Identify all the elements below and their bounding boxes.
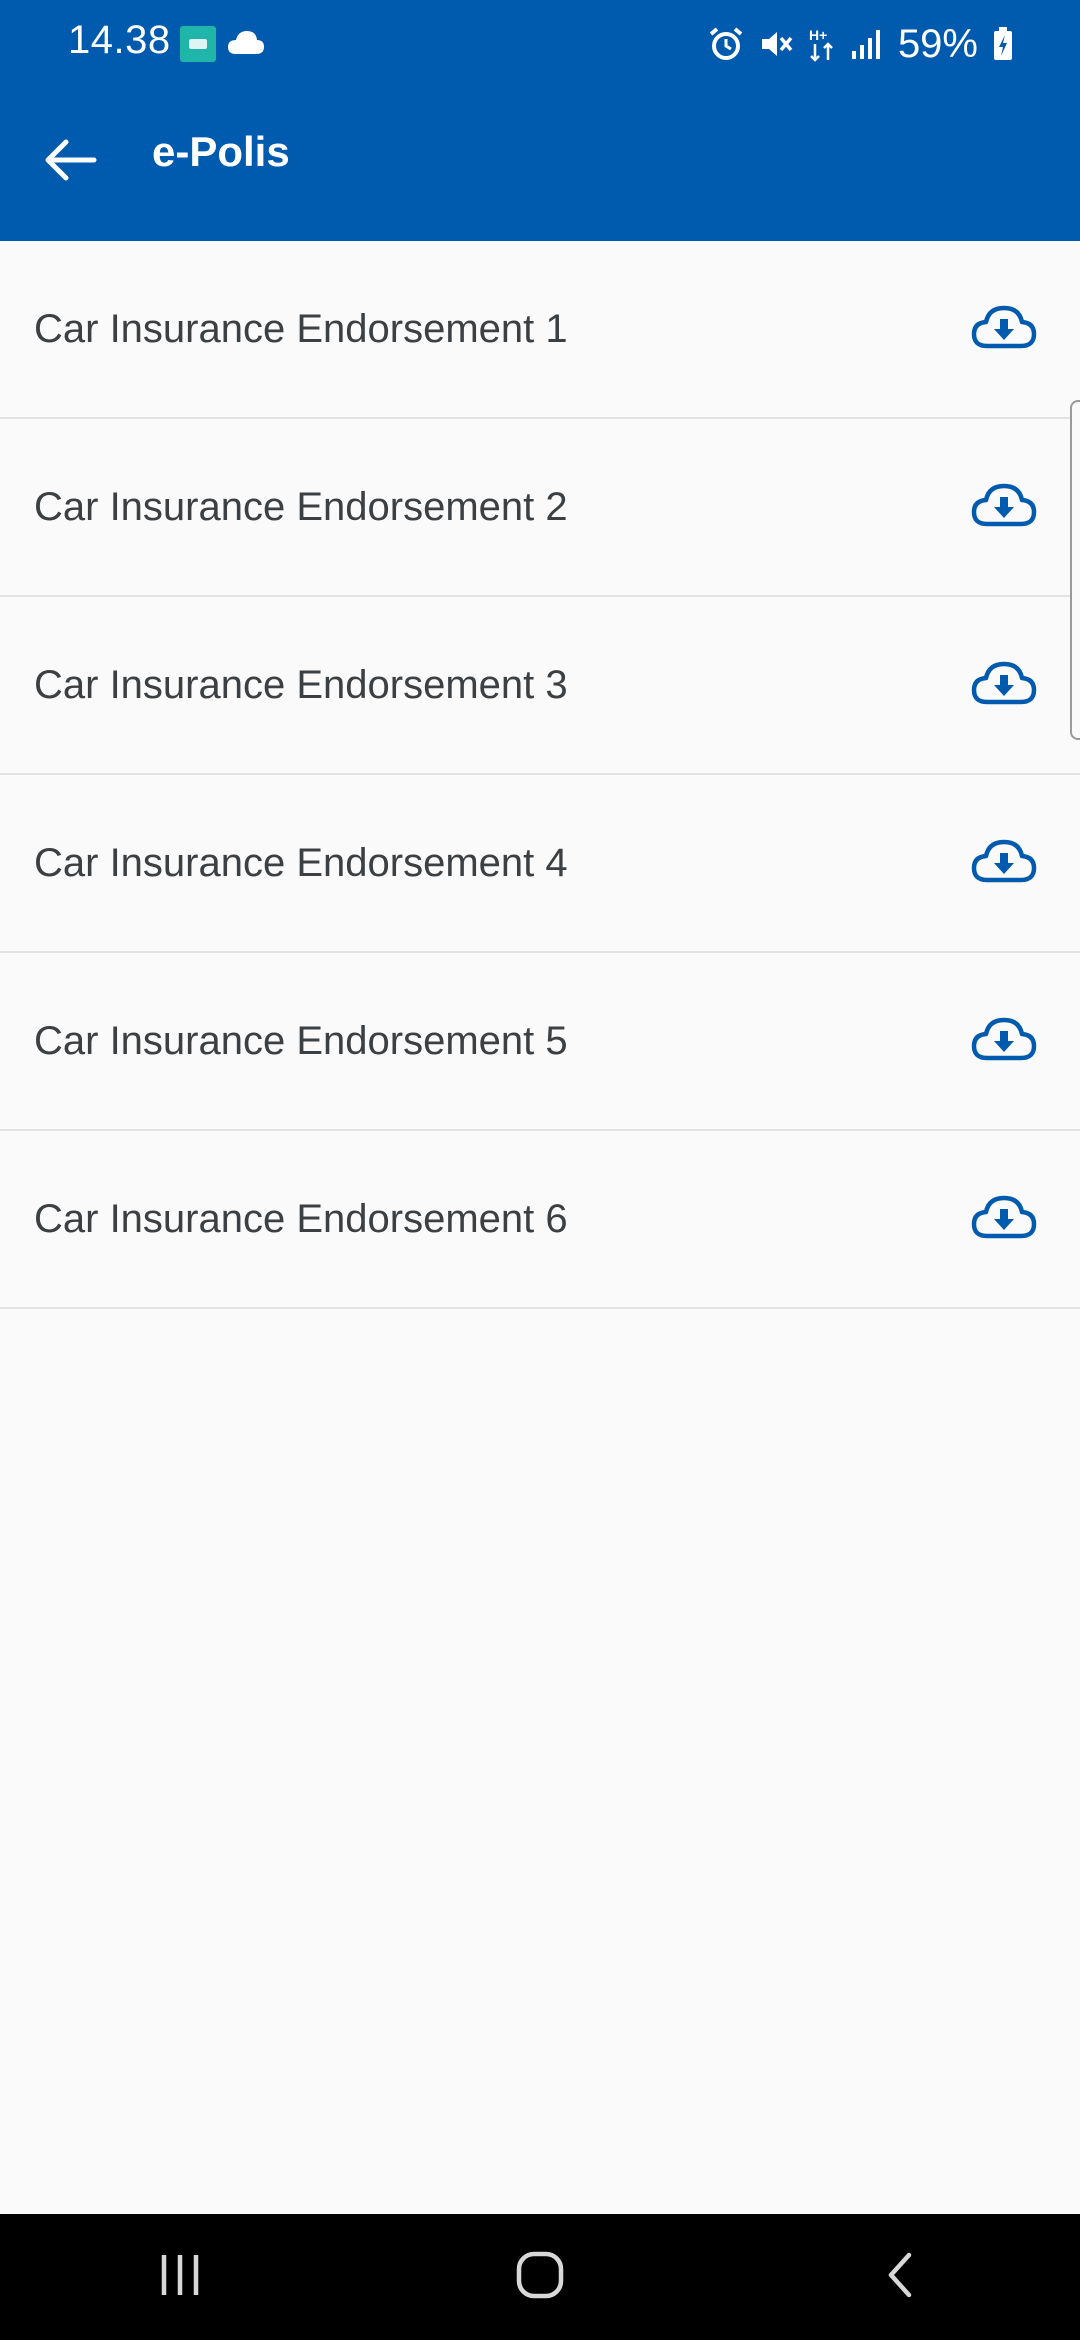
download-button[interactable] <box>964 645 1044 725</box>
cloud-icon <box>226 28 266 61</box>
list-item[interactable]: Car Insurance Endorsement 4 <box>0 775 1080 953</box>
cloud-download-icon <box>971 1017 1037 1066</box>
cloud-download-icon <box>971 661 1037 710</box>
list-item[interactable]: Car Insurance Endorsement 3 <box>0 597 1080 775</box>
mute-icon <box>758 26 794 62</box>
home-icon <box>515 2250 565 2305</box>
scroll-indicator[interactable] <box>1070 400 1080 740</box>
download-button[interactable] <box>964 1001 1044 1081</box>
recent-apps-icon <box>158 2253 202 2302</box>
battery-icon <box>992 26 1014 62</box>
status-bar: 14.38 H+ 59% <box>0 0 1080 88</box>
back-button[interactable] <box>20 112 120 212</box>
system-nav-bar <box>0 2214 1080 2340</box>
nav-back-button[interactable] <box>840 2227 960 2327</box>
app-notification-icon <box>180 26 216 62</box>
download-button[interactable] <box>964 1179 1044 1259</box>
cloud-download-icon <box>971 1195 1037 1244</box>
document-label: Car Insurance Endorsement 3 <box>34 662 568 707</box>
download-button[interactable] <box>964 289 1044 369</box>
document-label: Car Insurance Endorsement 4 <box>34 840 568 885</box>
data-transfer-icon: H+ <box>808 26 836 62</box>
download-button[interactable] <box>964 467 1044 547</box>
document-label: Car Insurance Endorsement 1 <box>34 306 568 351</box>
cloud-download-icon <box>971 483 1037 532</box>
arrow-left-icon <box>42 138 98 187</box>
signal-icon <box>850 27 884 61</box>
document-label: Car Insurance Endorsement 2 <box>34 484 568 529</box>
list-item[interactable]: Car Insurance Endorsement 2 <box>0 419 1080 597</box>
document-label: Car Insurance Endorsement 5 <box>34 1018 568 1063</box>
document-label: Car Insurance Endorsement 6 <box>34 1196 568 1241</box>
list-item[interactable]: Car Insurance Endorsement 1 <box>0 241 1080 419</box>
cloud-download-icon <box>971 839 1037 888</box>
recent-apps-button[interactable] <box>120 2227 240 2327</box>
alarm-icon <box>708 26 744 62</box>
back-icon <box>885 2251 915 2304</box>
download-button[interactable] <box>964 823 1044 903</box>
list-item[interactable]: Car Insurance Endorsement 5 <box>0 953 1080 1131</box>
document-list: Car Insurance Endorsement 1 Car Insuranc… <box>0 241 1080 1309</box>
status-time: 14.38 <box>68 18 171 62</box>
page-title: e-Polis <box>152 128 290 175</box>
list-item[interactable]: Car Insurance Endorsement 6 <box>0 1131 1080 1309</box>
cloud-download-icon <box>971 305 1037 354</box>
svg-text:H+: H+ <box>809 27 827 43</box>
home-button[interactable] <box>480 2227 600 2327</box>
battery-percent: 59% <box>897 21 978 66</box>
app-bar: e-Polis <box>0 88 1080 241</box>
